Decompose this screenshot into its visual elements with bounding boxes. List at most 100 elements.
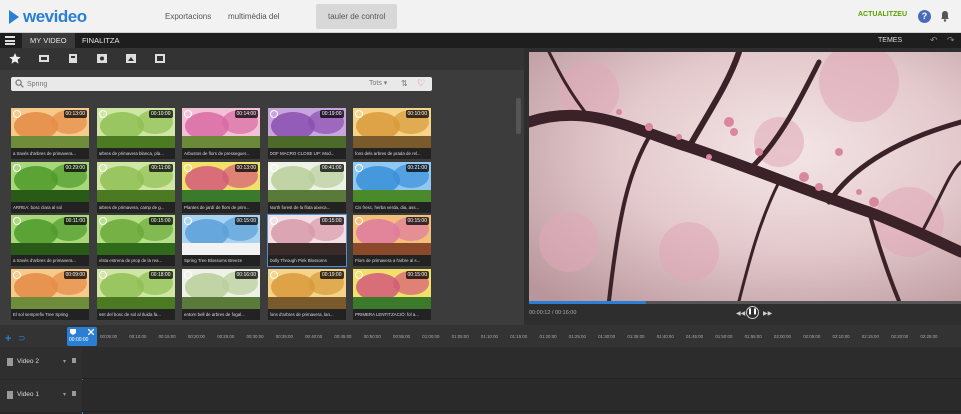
favorite-icon[interactable] xyxy=(269,270,278,279)
hamburger-menu-icon[interactable] xyxy=(5,36,15,45)
clip-title: lent del bosc de sol al Iluida fa... xyxy=(98,311,161,317)
bell-icon[interactable] xyxy=(940,10,950,22)
track-visibility-icon[interactable]: ▾ xyxy=(63,358,66,365)
clip-thumbnail[interactable]: 00:15:00 Flors de primavera a l'arbre al … xyxy=(353,215,431,266)
favorite-icon[interactable] xyxy=(184,163,192,172)
nav-media[interactable]: multimèdia del xyxy=(228,0,280,33)
favorite-icon[interactable] xyxy=(269,217,278,225)
favorite-icon[interactable] xyxy=(355,217,363,225)
playhead-handle[interactable]: 00:00:00 xyxy=(67,327,97,346)
timeline-tick-label: 01:55:00 xyxy=(744,334,762,339)
favorite-icon[interactable] xyxy=(13,270,21,279)
clip-thumbnail[interactable]: 00:29:00 ARREA: bosc clara al sol xyxy=(11,161,89,213)
media-library: Tots ▾ ⇅ ♡ 00:13:00 a través d'arbres de … xyxy=(0,48,524,325)
nav-exports[interactable]: Exportacions xyxy=(165,0,211,33)
favorite-icon[interactable] xyxy=(98,110,107,118)
tab-my-video[interactable]: MY VIDEO xyxy=(22,33,75,48)
favorite-icon[interactable] xyxy=(355,110,363,118)
snap-magnet-icon[interactable]: ⊃ xyxy=(18,333,26,344)
clip-thumbnail[interactable]: 00:15:00 Spring Tree Blossoms Breeze xyxy=(182,215,260,266)
track-video-1[interactable]: Video 1 ▾ xyxy=(0,380,961,412)
track-video-2[interactable]: Video 2 ▾ xyxy=(0,347,961,379)
clip-thumbnail[interactable]: 00:15:00 PRIMERA LENTITZACIÓ: fol a... xyxy=(353,268,431,320)
filter-dropdown[interactable]: Tots ▾ xyxy=(369,79,387,87)
video-library-icon[interactable] xyxy=(38,53,50,64)
timeline-ruler[interactable]: + ⊃ 00:00:00 00:05:00 00:10:00 00:15:00 00:… xyxy=(0,325,961,347)
timeline-tick-label: 01:15:00 xyxy=(510,334,528,339)
track-lock-icon[interactable] xyxy=(72,391,76,396)
clip-duration: 00:15:00 xyxy=(234,217,258,225)
themes-button[interactable]: TEMES xyxy=(878,33,902,48)
timeline-tick-label: 00:55:00 xyxy=(393,334,411,339)
clip-duration: 00:14:00 xyxy=(234,110,258,118)
track-name: Video 2 xyxy=(17,358,39,365)
previous-frame-icon[interactable]: ◀◀ xyxy=(736,310,745,317)
favorite-icon[interactable] xyxy=(184,270,192,279)
preview-frame[interactable] xyxy=(529,52,961,301)
clip-thumbnail[interactable]: 00:41:00 North forest de la flota aixeca.… xyxy=(267,161,346,213)
favorite-icon[interactable] xyxy=(269,163,278,172)
clip-thumbnail[interactable]: 00:15:00 Vista estrena de prop de la rea.… xyxy=(96,215,175,266)
favorite-icon[interactable] xyxy=(184,217,192,225)
clip-title: Cis fresc, herba verda, dia, ass... xyxy=(355,204,420,210)
library-scrollbar[interactable] xyxy=(516,98,521,134)
clip-thumbnail[interactable]: 00:10:00 arbres de primavera blanca, pla.… xyxy=(96,108,175,159)
favorite-icon[interactable] xyxy=(13,163,21,172)
playhead-time: 00:00:00 xyxy=(69,337,89,343)
split-clip-icon[interactable] xyxy=(88,329,94,335)
next-frame-icon[interactable]: ▶▶ xyxy=(763,310,772,317)
undo-icon[interactable]: ↶ xyxy=(930,35,940,45)
favorite-icon[interactable] xyxy=(13,110,21,118)
help-icon[interactable]: ? xyxy=(918,10,931,23)
sort-icon[interactable]: ⇅ xyxy=(401,79,408,88)
timeline-tick-label: 01:05:00 xyxy=(451,334,469,339)
clip-thumbnail[interactable]: 00:13:00 Plantes de jardí de flors de pri… xyxy=(182,161,260,213)
timeline-tick-label: 00:50:00 xyxy=(363,334,381,339)
clip-thumbnail[interactable]: 00:11:00 a través d'arbres de primavera..… xyxy=(11,215,89,266)
pause-button[interactable]: ❚❚ xyxy=(746,306,759,319)
graphics-library-icon[interactable] xyxy=(125,53,137,64)
clip-title: fons dels arbres de prada de rel... xyxy=(355,151,421,156)
nav-dashboard[interactable]: tauler de control xyxy=(316,4,398,29)
favorite-icon[interactable] xyxy=(184,110,192,118)
star-icon[interactable] xyxy=(9,53,21,64)
track-visibility-icon[interactable]: ▾ xyxy=(63,391,66,398)
image-library-icon[interactable] xyxy=(67,53,79,64)
clip-thumbnail[interactable]: 00:16:00 entorn bell de arbres de fogal..… xyxy=(182,268,260,320)
track-drag-icon[interactable] xyxy=(7,391,13,399)
clip-thumbnail[interactable]: 00:11:00 arbres de primavera, camp de g..… xyxy=(96,161,175,213)
redo-icon[interactable]: ↷ xyxy=(947,35,957,45)
track-drag-icon[interactable] xyxy=(7,358,13,366)
favorite-icon[interactable] xyxy=(98,270,107,279)
clip-duration: 00:41:00 xyxy=(320,163,344,172)
clip-title: PRIMERA LENTITZACIÓ: fol a... xyxy=(355,311,419,317)
audio-library-icon[interactable] xyxy=(96,53,108,64)
clip-title: arbres de primavera blanca, pla... xyxy=(98,151,164,156)
clip-thumbnail[interactable]: 00:09:00 El sol semprefix Tree Spring xyxy=(11,268,89,320)
favorite-icon[interactable] xyxy=(355,270,363,279)
heart-filter-icon[interactable]: ♡ xyxy=(417,78,425,89)
clip-thumbnail[interactable]: 00:19:00 DOF MACRO CLOSE UP: Mod... xyxy=(267,108,346,159)
add-track-icon[interactable]: + xyxy=(5,333,11,345)
marker-icon[interactable] xyxy=(70,329,76,335)
templates-library-icon[interactable] xyxy=(154,53,166,64)
wevideo-logo[interactable]: wevideo xyxy=(9,7,87,26)
preview-progress-bar[interactable] xyxy=(529,301,961,304)
favorite-icon[interactable] xyxy=(13,217,21,225)
track-lock-icon[interactable] xyxy=(72,358,76,363)
track-header: Video 1 ▾ xyxy=(0,380,82,412)
favorite-icon[interactable] xyxy=(98,217,107,225)
clip-thumbnail[interactable]: 00:21:00 Cis fresc, herba verda, dia, ass… xyxy=(353,161,431,213)
clip-thumbnail[interactable]: 00:14:00 Arbustos de flors de presseguer.… xyxy=(182,108,260,159)
clip-thumbnail[interactable]: 00:15:00 Dolly Through Pink Blossoms xyxy=(266,214,347,267)
favorite-icon[interactable] xyxy=(269,110,278,118)
search-input[interactable] xyxy=(27,79,227,89)
favorite-icon[interactable] xyxy=(98,163,107,172)
clip-thumbnail[interactable]: 00:19:00 fons d'arbres de primavera, lan.… xyxy=(267,268,346,320)
clip-thumbnail[interactable]: 00:10:00 fons dels arbres de prada de rel… xyxy=(353,108,431,159)
update-button[interactable]: ACTUALITZEU xyxy=(858,11,907,18)
tab-finalitza[interactable]: FINALITZA xyxy=(74,33,128,48)
clip-thumbnail[interactable]: 00:13:00 a través d'arbres de primavera..… xyxy=(11,108,89,159)
favorite-icon[interactable] xyxy=(355,163,363,172)
clip-thumbnail[interactable]: 00:18:00 lent del bosc de sol al Iluida f… xyxy=(96,268,175,320)
